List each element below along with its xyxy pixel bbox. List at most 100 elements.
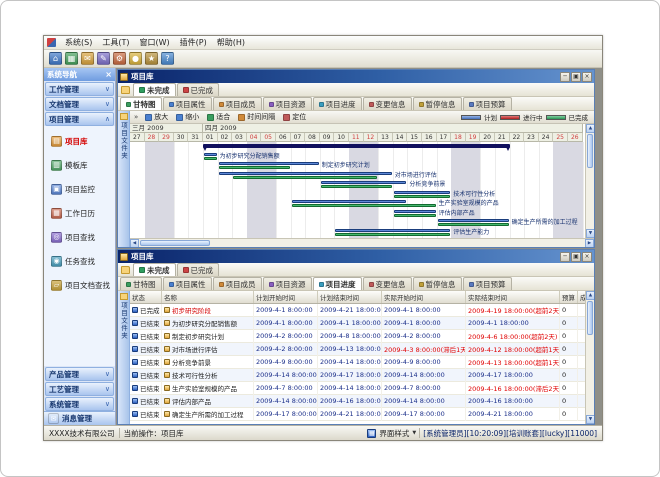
group-document[interactable]: 文档管理∨ — [45, 97, 114, 111]
project-folder-strip[interactable]: 项目文件夹 — [118, 111, 130, 247]
tab-gantt[interactable]: 甘特图 — [120, 277, 162, 290]
zoom-in-button[interactable]: 放大 — [142, 112, 171, 123]
window-titlebar[interactable]: 项目库─▣× — [118, 70, 594, 83]
column-header-3[interactable]: 计划结束时间 — [318, 291, 382, 303]
tab-unfinished[interactable]: 未完成 — [133, 83, 176, 96]
sidebar-item-template-library[interactable]: ▥模板库 — [44, 158, 115, 172]
workspace-icon[interactable]: ▦ — [65, 52, 78, 65]
sidebar-item-task-search[interactable]: ◉任务查找 — [44, 254, 115, 268]
tab-finished[interactable]: 已完成 — [177, 263, 220, 276]
horizontal-scrollbar[interactable]: ◀▶ — [130, 238, 594, 247]
locate-button[interactable]: 定位 — [280, 112, 309, 123]
column-header-1[interactable]: 名称 — [162, 291, 254, 303]
sidebar-close-icon[interactable]: × — [105, 71, 112, 79]
folder-icon[interactable] — [121, 266, 130, 274]
scroll-down-icon[interactable]: ▼ — [586, 415, 595, 424]
scroll-left-icon[interactable]: ◀ — [130, 239, 139, 248]
close-button[interactable]: × — [582, 252, 592, 262]
edit-icon[interactable]: ✎ — [97, 52, 110, 65]
menu-window[interactable]: 窗口(W) — [134, 38, 174, 47]
gantt-bar-plan[interactable] — [438, 219, 509, 222]
tab-project-budget[interactable]: 项目预算 — [463, 277, 512, 290]
table-row[interactable]: 已结束制定初步研究计划2009-4-2 8:00:002009-4-8 18:0… — [130, 330, 585, 343]
tab-project-members[interactable]: 项目成员 — [213, 277, 262, 290]
vertical-scrollbar[interactable]: ▲▼ — [585, 291, 594, 424]
restore-button[interactable]: ▣ — [571, 72, 581, 82]
gantt-bar-plan[interactable] — [394, 210, 436, 213]
menu-plugins[interactable]: 插件(P) — [175, 38, 212, 47]
folder-icon[interactable] — [121, 86, 130, 94]
home-icon[interactable]: ⌂ — [49, 52, 62, 65]
scroll-up-icon[interactable]: ▲ — [586, 124, 595, 133]
gantt-bar-actual[interactable] — [219, 166, 290, 169]
scroll-thumb[interactable] — [140, 240, 210, 246]
gantt-bar-actual[interactable] — [335, 233, 450, 236]
column-header-0[interactable]: 状态 — [130, 291, 162, 303]
scroll-up-icon[interactable]: ▲ — [586, 291, 595, 300]
tab-project-progress[interactable]: 项目进度 — [313, 97, 362, 110]
group-system[interactable]: 系统管理∨ — [45, 397, 114, 411]
tab-gantt[interactable]: 甘特图 — [120, 97, 162, 110]
scroll-down-icon[interactable]: ▼ — [586, 229, 595, 238]
tab-project-properties[interactable]: 项目属性 — [163, 97, 212, 110]
toolbar-overflow-icon[interactable]: » — [132, 113, 140, 121]
key-icon[interactable]: ★ — [145, 52, 158, 65]
column-header-7[interactable]: 成 — [578, 291, 585, 303]
gantt-bar-actual[interactable] — [394, 214, 436, 217]
minimize-button[interactable]: ─ — [560, 252, 570, 262]
menu-system[interactable]: 系统(S) — [60, 38, 97, 47]
table-row[interactable]: 已结束对市场进行评估2009-4-2 8:00:002009-4-13 18:0… — [130, 343, 585, 356]
table-row[interactable]: 已结束技术可行性分析2009-4-14 8:00:002009-4-17 18:… — [130, 369, 585, 382]
fit-button[interactable]: 适合 — [204, 112, 233, 123]
restore-button[interactable]: ▣ — [571, 252, 581, 262]
gantt-bar-actual[interactable] — [233, 176, 377, 179]
tab-pause-info[interactable]: 暂停信息 — [413, 277, 462, 290]
mail-icon[interactable]: ✉ — [81, 52, 94, 65]
table-row[interactable]: 已结束确定生产所需的加工过程2009-4-17 8:00:002009-4-21… — [130, 408, 585, 421]
message-management-bar[interactable]: ✉消息管理 — [44, 411, 115, 425]
table-row[interactable]: 已结束生产实验室规模的产品2009-4-7 8:00:002009-4-14 1… — [130, 382, 585, 395]
minimize-button[interactable]: ─ — [560, 72, 570, 82]
column-header-4[interactable]: 实际开始时间 — [382, 291, 466, 303]
lock-icon[interactable]: ● — [129, 52, 142, 65]
gantt-bar-plan[interactable] — [292, 200, 407, 203]
sidebar-item-work-calendar[interactable]: ▦工作日历 — [44, 206, 115, 220]
gantt-bar-actual[interactable] — [394, 195, 450, 198]
ui-style-dropdown-icon[interactable]: ▼ — [412, 430, 416, 436]
zoom-out-button[interactable]: 缩小 — [173, 112, 202, 123]
gantt-bar-plan[interactable] — [219, 162, 319, 165]
menu-tools[interactable]: 工具(T) — [97, 38, 134, 47]
help-icon[interactable]: ? — [161, 52, 174, 65]
tab-unfinished[interactable]: 未完成 — [133, 263, 176, 276]
ui-style-label[interactable]: 界面样式 — [379, 428, 409, 439]
settings-icon[interactable]: ⚙ — [113, 52, 126, 65]
sidebar-item-project-search[interactable]: ◎项目查找 — [44, 230, 115, 244]
time-interval-button[interactable]: 时间间隔 — [235, 112, 278, 123]
window-titlebar[interactable]: 项目库─▣× — [118, 250, 594, 263]
tab-project-members[interactable]: 项目成员 — [213, 97, 262, 110]
scroll-right-icon[interactable]: ▶ — [585, 239, 594, 248]
gantt-bar-actual[interactable] — [321, 185, 392, 188]
group-product[interactable]: 产品管理∨ — [45, 367, 114, 381]
sidebar-item-project-library[interactable]: ▤项目库 — [44, 134, 115, 148]
tab-project-properties[interactable]: 项目属性 — [163, 277, 212, 290]
gantt-bar-summary[interactable] — [203, 144, 510, 148]
group-work[interactable]: 工作管理∨ — [45, 82, 114, 96]
gantt-bar-plan[interactable] — [219, 172, 392, 175]
close-button[interactable]: × — [582, 72, 592, 82]
table-row[interactable]: 已结束评估内部产品2009-4-14 8:00:002009-4-16 18:0… — [130, 395, 585, 408]
tab-project-budget[interactable]: 项目预算 — [463, 97, 512, 110]
gantt-bar-plan[interactable] — [335, 229, 450, 232]
group-project[interactable]: 项目管理∧ — [45, 112, 114, 126]
column-header-5[interactable]: 实际结束时间 — [466, 291, 560, 303]
tab-project-resources[interactable]: 项目资源 — [263, 97, 312, 110]
tab-change-info[interactable]: 变更信息 — [363, 277, 412, 290]
gantt-chart[interactable]: 三月 2009四月 200927282930310102030405060708… — [130, 124, 585, 238]
vertical-scrollbar[interactable]: ▲▼ — [585, 124, 594, 238]
tab-finished[interactable]: 已完成 — [177, 83, 220, 96]
gantt-bar-plan[interactable] — [204, 153, 217, 156]
menu-help[interactable]: 帮助(H) — [212, 38, 250, 47]
sidebar-item-project-monitor[interactable]: ▣项目监控 — [44, 182, 115, 196]
tab-change-info[interactable]: 变更信息 — [363, 97, 412, 110]
column-header-6[interactable]: 预算 — [560, 291, 578, 303]
